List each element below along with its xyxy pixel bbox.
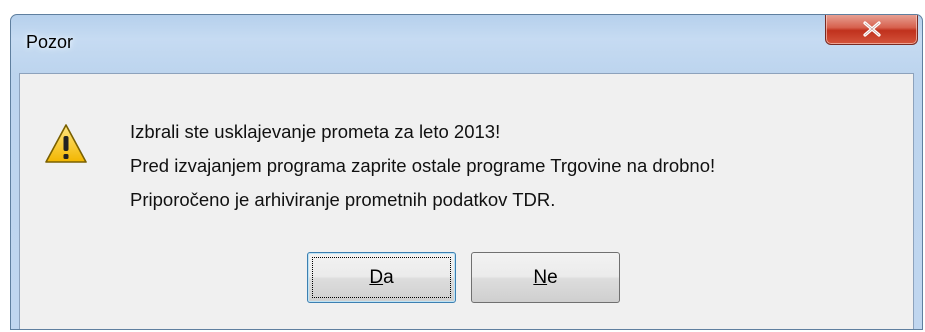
message-line: Pred izvajanjem programa zaprite ostale … [130, 155, 716, 176]
message-text: Izbrali ste usklajevanje prometa za leto… [130, 115, 715, 217]
no-button-label: Ne [533, 267, 557, 289]
close-button[interactable] [825, 15, 918, 45]
no-button[interactable]: Ne [471, 252, 620, 303]
title-bar[interactable]: Pozor [11, 15, 922, 73]
no-button-mnemonic: N [533, 266, 548, 288]
no-button-text: e [547, 266, 558, 288]
window-title: Pozor [26, 32, 74, 52]
message-dialog: Pozor Izbrali ste usklajevanje prometa z… [10, 14, 923, 330]
message-line: Priporočeno je arhiviranje prometnih pod… [130, 189, 556, 210]
focus-indicator [312, 257, 451, 298]
close-icon [862, 21, 881, 37]
dialog-body: Izbrali ste usklajevanje prometa za leto… [19, 73, 914, 329]
message-line: Izbrali ste usklajevanje prometa za leto… [130, 121, 501, 142]
yes-button[interactable]: Da [307, 252, 456, 303]
warning-icon [45, 124, 87, 163]
